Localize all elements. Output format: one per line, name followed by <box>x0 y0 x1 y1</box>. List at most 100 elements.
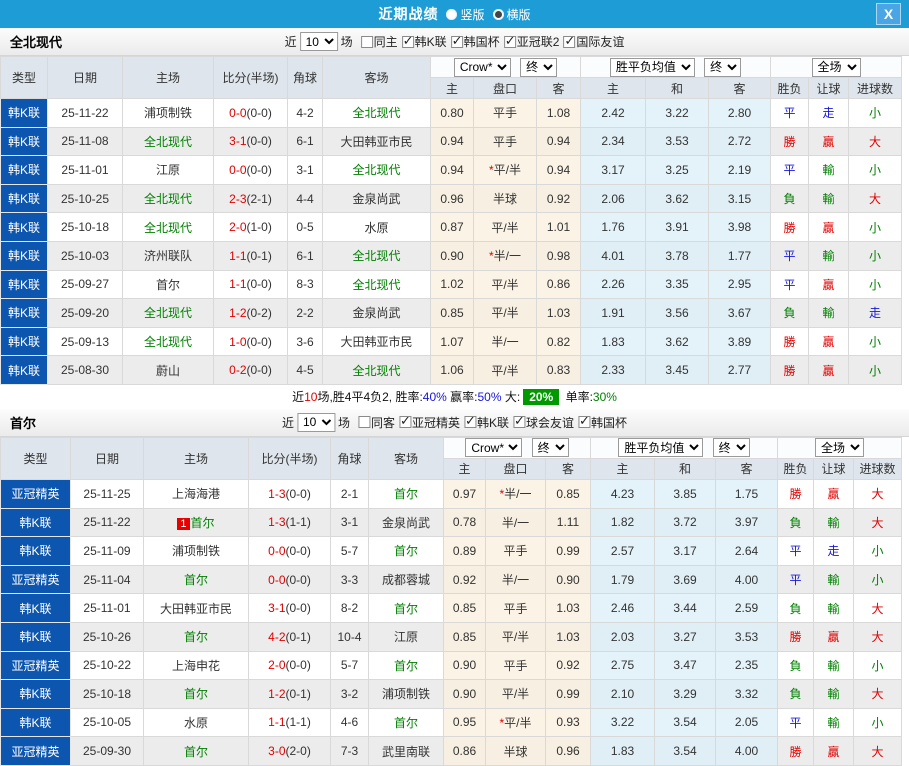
league-option[interactable]: 亚冠联2 <box>503 33 559 50</box>
scope-select[interactable]: 全场 <box>811 57 861 77</box>
league-option[interactable]: 韩K联 <box>401 33 447 50</box>
league-option[interactable]: 韩国杯 <box>450 33 500 50</box>
avg-select[interactable]: 胜平负均值 <box>609 57 695 77</box>
league-option[interactable]: 韩K联 <box>464 413 509 431</box>
league-checkbox[interactable] <box>503 33 516 49</box>
same-venue-checkbox[interactable] <box>357 416 370 429</box>
scope-select[interactable]: 全场 <box>815 438 865 458</box>
handicap-result-cell: 輸 <box>813 707 855 738</box>
games-count-select[interactable]: 10 <box>296 412 335 432</box>
handicap-home-odds-cell: 0.86 <box>443 736 486 766</box>
handicap-away-odds-cell: 0.99 <box>545 536 591 566</box>
halftime-score: (1-1) <box>285 715 311 730</box>
home-team-cell: 上海海港 <box>143 478 249 509</box>
avg-draw-odds-cell: 3.45 <box>645 355 709 385</box>
date-cell: 25-11-01 <box>47 155 123 185</box>
home-team-cell: 1 首尔 <box>143 507 249 538</box>
result-cell: 平 <box>770 98 810 128</box>
halftime-score: (0-2) <box>246 305 272 320</box>
home-team-cell: 首尔 <box>143 621 249 652</box>
league-checkbox[interactable] <box>398 413 411 429</box>
fulltime-score: 0-0 <box>229 105 247 120</box>
handicap-select-group: Crow* 终 <box>443 436 591 459</box>
handicap-home-odds-cell: 0.95 <box>443 707 486 738</box>
league-checkbox[interactable] <box>450 33 463 49</box>
handicap-time-select[interactable]: 终 <box>531 438 569 458</box>
league-option[interactable]: 球会友谊 <box>513 413 574 431</box>
type-cell: 韩K联 <box>0 507 71 538</box>
handicap-line: 平手 <box>492 134 517 149</box>
avg-home-odds-cell: 2.26 <box>580 269 646 300</box>
avg-away-odds-cell: 1.77 <box>707 240 772 271</box>
home-team-name: 首尔 <box>190 515 215 530</box>
handicap-time-select[interactable]: 终 <box>520 57 558 77</box>
halftime-score: (0-0) <box>285 658 311 673</box>
games-count-select[interactable]: 10 <box>299 32 338 51</box>
type-cell: 韩K联 <box>0 155 48 185</box>
league-checkbox[interactable] <box>578 413 591 429</box>
handicap-result-cell: 贏 <box>808 126 850 157</box>
league-checkbox[interactable] <box>563 33 576 49</box>
summary-segment: 30% <box>592 389 617 404</box>
corner-cell: 4-6 <box>330 707 369 738</box>
home-team-cell: 全北现代 <box>122 183 214 214</box>
halftime-score: (2-0) <box>285 744 311 759</box>
league-checkbox[interactable] <box>513 413 526 429</box>
avg-home-odds-cell: 3.17 <box>580 155 646 185</box>
same-venue-option[interactable]: 同客 <box>357 414 395 431</box>
col-header-handicap-line: 盘口 <box>485 457 546 480</box>
horizontal-radio[interactable] <box>492 8 504 20</box>
match-row: 韩K联 25-10-18 首尔 1-2(0-1) 3-2 浦项制铁 0.90 平… <box>0 679 903 709</box>
handicap-line-cell: 平手 <box>473 126 537 157</box>
type-cell: 韩K联 <box>0 536 71 566</box>
avg-time-select[interactable]: 终 <box>712 438 750 458</box>
league-checkbox[interactable] <box>464 413 477 429</box>
result-cell: 平 <box>777 564 815 595</box>
goals-result-cell: 大 <box>848 126 903 157</box>
col-header-handicap-result: 让球 <box>808 77 850 99</box>
avg-away-odds-cell: 2.80 <box>707 98 772 128</box>
same-venue-option[interactable]: 同主 <box>360 33 398 50</box>
league-label: 国际友谊 <box>576 35 625 49</box>
league-option[interactable]: 韩国杯 <box>578 413 627 431</box>
date-cell: 25-08-30 <box>47 355 123 385</box>
halftime-score: (0-0) <box>246 105 272 120</box>
handicap-line-cell: 半/一 <box>485 507 546 538</box>
away-team-name: 成都蓉城 <box>381 573 430 588</box>
vertical-radio[interactable] <box>446 8 458 20</box>
handicap-line: 平/半 <box>491 306 519 321</box>
halftime-score: (0-1) <box>246 248 272 263</box>
bookmaker-select[interactable]: Crow* <box>465 438 523 458</box>
league-option[interactable]: 国际友谊 <box>563 33 624 50</box>
league-checkbox[interactable] <box>401 33 414 49</box>
avg-select[interactable]: 胜平负均值 <box>618 438 704 458</box>
layout-horizontal-option[interactable]: 横版 <box>492 6 531 23</box>
league-option[interactable]: 亚冠精英 <box>398 413 460 431</box>
bookmaker-select[interactable]: Crow* <box>453 57 511 77</box>
match-row: 韩K联 25-10-18 全北现代 2-0(1-0) 0-5 水原 0.87 平… <box>0 212 903 242</box>
goals-result-cell: 小 <box>853 536 903 566</box>
col-header-type: 类型 <box>0 56 48 99</box>
match-row: 韩K联 25-10-25 全北现代 2-3(2-1) 4-4 金泉尚武 0.96… <box>0 183 903 214</box>
close-button[interactable]: X <box>876 3 901 25</box>
avg-draw-odds-cell: 3.35 <box>645 269 709 300</box>
result-cell: 負 <box>777 679 815 709</box>
away-team-cell: 金泉尚武 <box>368 507 444 538</box>
home-team-name: 全北现代 <box>143 192 192 207</box>
handicap-result-cell: 贏 <box>813 621 855 652</box>
date-cell: 25-11-08 <box>47 126 123 157</box>
halftime-score: (2-1) <box>246 191 272 206</box>
away-team-cell: 金泉尚武 <box>322 298 431 328</box>
col-header-avg-draw: 和 <box>645 77 709 99</box>
away-team-name: 首尔 <box>393 601 418 616</box>
col-header-odds-away: 客 <box>536 77 581 99</box>
date-cell: 25-10-18 <box>47 212 123 242</box>
fulltime-score: 1-3 <box>268 486 286 501</box>
avg-time-select[interactable]: 终 <box>704 57 742 77</box>
same-venue-checkbox[interactable] <box>360 35 373 48</box>
layout-vertical-option[interactable]: 竖版 <box>446 6 485 23</box>
avg-draw-odds-cell: 3.72 <box>654 507 716 538</box>
handicap-line: 半/一 <box>501 515 530 530</box>
avg-away-odds-cell: 3.53 <box>714 621 779 652</box>
goals-result-cell: 大 <box>853 621 903 652</box>
